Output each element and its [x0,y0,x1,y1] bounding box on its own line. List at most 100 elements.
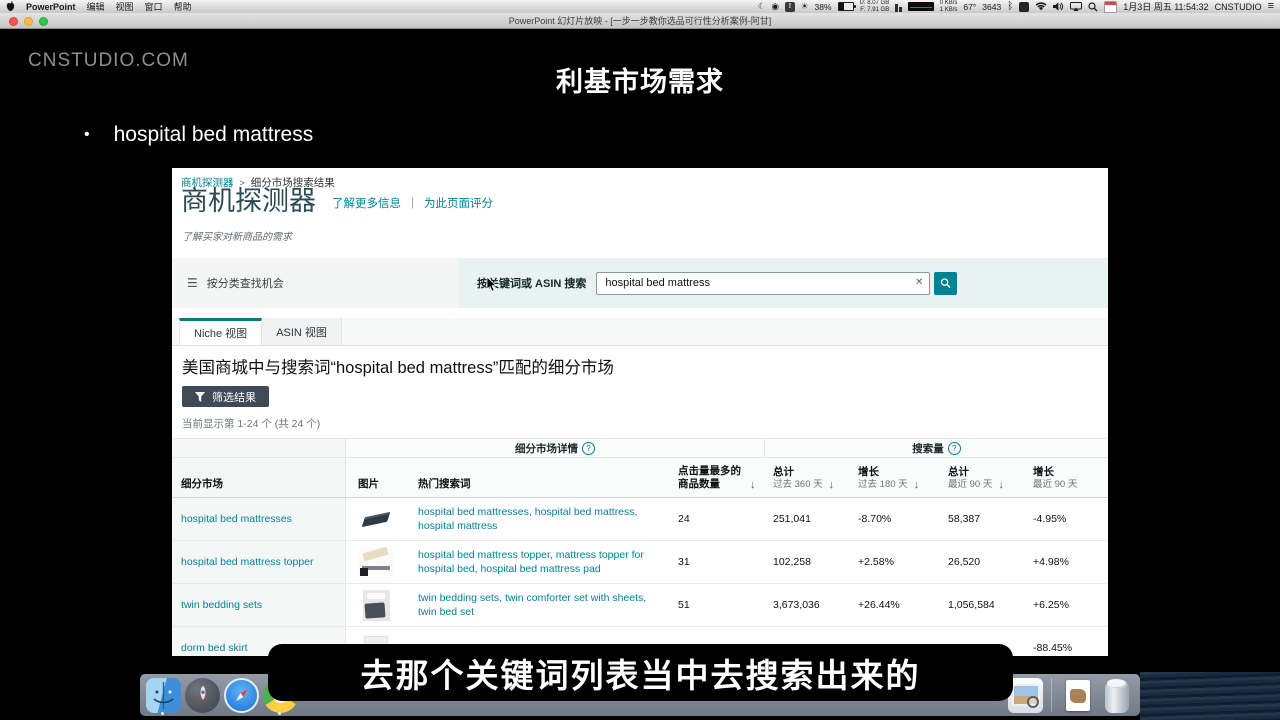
safari-dock-icon[interactable] [224,678,259,713]
total-90-value: 1,056,584 [940,599,1025,611]
preview-dock-icon[interactable] [1008,678,1043,713]
group-search-volume: 搜索量 ? [765,439,1108,457]
top-keywords-link[interactable]: twin bedding sets, twin comforter set wi… [418,592,646,618]
cpu-meter-icon[interactable] [895,2,902,12]
trash-dock-icon[interactable] [1099,678,1134,713]
subtitle-caption: 去那个关键词列表当中去搜索出来的 [268,644,1013,701]
alert-icon[interactable]: ! [785,2,795,12]
page-title: 商机探测器 [181,188,316,215]
col-top-clicked[interactable]: 点击量最多的商品数量 ↓ [660,458,765,497]
growth-180-value: -8.70% [850,513,940,525]
niche-link[interactable]: dorm bed skirt [181,642,248,654]
presentation-slide: CNSTUDIO.COM 利基市场需求 • hospital bed mattr… [0,28,1280,720]
growth-180-value: +26.44% [850,599,940,611]
desktop-wallpaper [1140,672,1280,720]
niche-link[interactable]: twin bedding sets [181,599,262,611]
screen: { "glyphs": { "bullet": "•", "chevron": … [0,0,1280,720]
minimize-window-button[interactable] [24,17,33,26]
table-column-header: 细分市场 图片 热门搜索词 点击量最多的商品数量 ↓ 总计过去 360 天 ↓ … [172,458,1108,498]
col-total-90[interactable]: 总计最近 90 天 ↓ [940,458,1025,497]
search-button[interactable] [934,272,957,295]
tab-asin-view[interactable]: ASIN 视图 [262,318,342,345]
memory-stats[interactable]: U: 8.07 GB F: 7.91 GB [860,0,890,13]
finder-dock-icon[interactable] [146,678,181,713]
total-360-value: 251,041 [765,513,850,525]
group-blank-cell [172,439,346,457]
input-method-icon[interactable] [1019,2,1029,12]
results-count: 当前显示第 1-24 个 (共 24 个) [182,416,320,431]
rate-page-link[interactable]: 为此页面评分 [424,195,493,211]
hamburger-icon: ☰ [187,276,198,290]
moon-icon[interactable]: ☾ [758,2,766,11]
menu-powerpoint[interactable]: PowerPoint [26,2,76,12]
macos-menu-bar: PowerPoint 编辑 视图 窗口 帮助 ☾ ◉ ! ☀ 38% U: 8.… [0,0,1280,13]
airplay-display-icon[interactable] [1070,2,1082,11]
browse-by-category[interactable]: ☰ 按分类查找机会 [172,258,458,308]
magnifier-icon [940,277,951,289]
fan-speed-readout[interactable]: 3643 [982,2,1001,12]
menu-help[interactable]: 帮助 [174,0,192,13]
top-keywords-link[interactable]: hospital bed mattresses, hospital bed ma… [418,506,637,532]
menu-bar-left: PowerPoint 编辑 视图 窗口 帮助 [6,0,192,13]
battery-percent: 38% [815,2,832,12]
col-total-360[interactable]: 总计过去 360 天 ↓ [765,458,850,497]
table-row: twin bedding sets twin bedding sets, twi… [172,584,1108,627]
niche-link[interactable]: hospital bed mattresses [181,513,292,525]
niche-link[interactable]: hospital bed mattress topper [181,556,314,568]
search-toolbar: ☰ 按分类查找机会 按关键词或 ASIN 搜索 ✕ [172,258,1108,308]
keyword-search-input[interactable] [596,272,930,295]
page-tagline: 了解买家对新商品的需求 [182,228,292,243]
bluetooth-icon[interactable]: ᛒ [1007,2,1013,12]
results-heading: 美国商城中与搜索词“hospital bed mattress”匹配的细分市场 [182,354,614,378]
clicked-products-value: 31 [660,556,765,568]
link-separator: | [411,197,414,209]
top-keywords-link[interactable]: hospital bed mattress topper, mattress t… [418,549,644,575]
keyword-search-section: 按关键词或 ASIN 搜索 ✕ [458,258,1108,308]
close-window-button[interactable] [9,17,18,26]
clicked-products-value: 51 [660,599,765,611]
menu-edit[interactable]: 编辑 [87,0,105,13]
product-thumbnail[interactable] [358,503,394,535]
launchpad-dock-icon[interactable] [185,678,220,713]
apple-logo-icon[interactable] [6,1,15,12]
downloads-dock-icon[interactable] [1060,678,1095,713]
product-thumbnail[interactable] [358,589,394,621]
help-icon[interactable]: ? [582,442,595,455]
table-row: hospital bed mattresses hospital bed mat… [172,498,1108,541]
product-thumbnail[interactable] [358,546,394,578]
col-niche: 细分市场 [172,458,346,497]
brightness-icon[interactable]: ☀ [801,2,809,11]
network-speed[interactable]: 0 KB/s 1 KB/s [940,0,958,13]
sort-arrow-icon[interactable]: ↓ [998,479,1004,491]
wifi-icon[interactable] [1035,2,1047,11]
clear-search-icon[interactable]: ✕ [915,277,923,288]
menu-window[interactable]: 窗口 [145,0,163,13]
view-tabs: Niche 视图 ASIN 视图 [172,318,1108,346]
spotlight-search-icon[interactable] [1088,2,1098,12]
zoom-window-button[interactable] [39,17,48,26]
sort-arrow-icon[interactable]: ↓ [914,479,920,491]
battery-icon[interactable] [838,2,854,11]
slide-bullet: • hospital bed mattress [84,123,313,147]
learn-more-link[interactable]: 了解更多信息 [332,195,401,211]
filter-results-button[interactable]: 筛选结果 [182,386,269,407]
volume-icon[interactable] [1053,2,1064,11]
window-title-bar: PowerPoint 幻灯片放映 - [一步一步教你选品可行性分析案例-阿甘] [0,13,1280,29]
tab-niche-view[interactable]: Niche 视图 [179,318,262,345]
opportunity-explorer-screenshot: 商机探测器 > 细分市场搜索结果 商机探测器 了解更多信息 | 为此页面评分 了… [172,168,1108,656]
menu-bar-clock[interactable]: 1月3日 周五 11:54:32 [1123,0,1208,13]
calendar-icon[interactable] [1104,1,1117,13]
sort-arrow-icon[interactable]: ↓ [829,479,835,491]
menu-view[interactable]: 视图 [116,0,134,13]
cpu-graph-icon[interactable] [908,2,934,11]
col-growth-90[interactable]: 增长最近 90 天 [1025,458,1108,497]
help-icon[interactable]: ? [948,442,961,455]
table-group-header: 细分市场详情 ? 搜索量 ? [172,438,1108,458]
list-menu-icon[interactable]: ≡ [1268,1,1274,12]
menu-bar-username[interactable]: CNSTUDIO [1215,2,1262,12]
total-90-value: 26,520 [940,556,1025,568]
eye-icon[interactable]: ◉ [771,2,778,11]
col-growth-180[interactable]: 增长过去 180 天 ↓ [850,458,940,497]
temperature-readout[interactable]: 67° [963,2,976,12]
sort-arrow-icon[interactable]: ↓ [750,479,756,491]
